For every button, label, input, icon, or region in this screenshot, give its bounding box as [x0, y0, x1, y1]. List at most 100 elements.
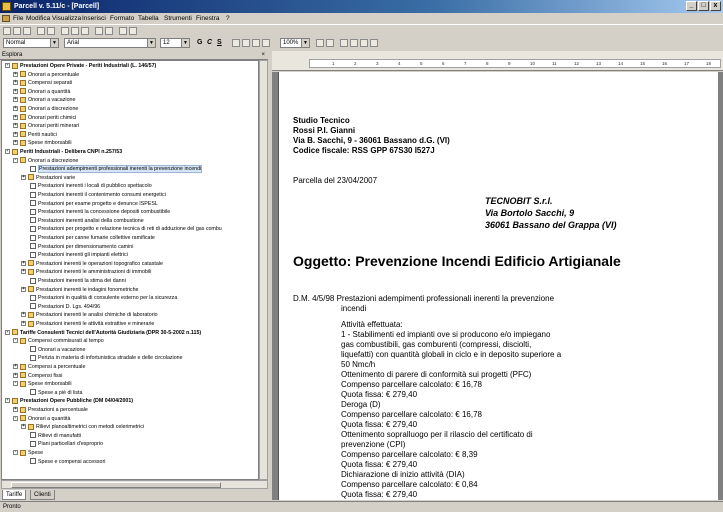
- tree-item[interactable]: + Prestazioni a percentuale: [13, 406, 88, 414]
- chevron-down-icon[interactable]: ▼: [50, 39, 58, 47]
- expand-icon[interactable]: +: [21, 286, 26, 292]
- tree-item[interactable]: - Spese: [13, 449, 43, 457]
- menu-formato[interactable]: Formato: [110, 13, 134, 24]
- tree-item[interactable]: Rilievi di manufatti: [21, 432, 81, 440]
- expand-icon[interactable]: +: [13, 364, 18, 370]
- tree-item[interactable]: Prestazioni D. Lgs. 494/96: [21, 303, 100, 311]
- menu-strumenti[interactable]: Strumenti: [164, 13, 192, 24]
- size-select[interactable]: 12 ▼: [160, 38, 190, 48]
- tree-item[interactable]: Perizia in materia di infortunistica str…: [21, 354, 183, 362]
- open-icon[interactable]: [13, 27, 21, 35]
- tree-item[interactable]: + Onorari a percentuale: [13, 71, 79, 79]
- print-icon[interactable]: [37, 27, 45, 35]
- tree-item[interactable]: + Onorari periti minerari: [13, 122, 79, 130]
- redo-icon[interactable]: [105, 27, 113, 35]
- expand-icon[interactable]: +: [13, 97, 18, 103]
- tree-item[interactable]: + Compensi a percentuale: [13, 363, 85, 371]
- menu-modifica[interactable]: Modifica: [26, 13, 50, 24]
- tree-item[interactable]: Prestazioni inerenti il contenimento con…: [21, 191, 166, 199]
- menu-file[interactable]: File: [13, 13, 23, 24]
- collapse-icon[interactable]: -: [13, 157, 18, 163]
- collapse-icon[interactable]: -: [13, 381, 18, 387]
- expand-icon[interactable]: +: [21, 174, 26, 180]
- tree-group[interactable]: - Prestazioni Opere Pubbliche (DM 04/04/2…: [5, 397, 133, 405]
- indent-icon[interactable]: [340, 39, 348, 47]
- tree-item[interactable]: - Onorari a quantità: [13, 415, 70, 423]
- tree-item[interactable]: + Periti nautici: [13, 131, 57, 139]
- tree-item[interactable]: Prestazioni per canne fumarie collettive…: [21, 234, 155, 242]
- tree-item[interactable]: Prestazioni per progetto e relazione tec…: [21, 225, 222, 233]
- tree-item[interactable]: Prestazioni inerenti la stima dei danni: [21, 277, 126, 285]
- find-icon[interactable]: [119, 27, 127, 35]
- color-icon[interactable]: [370, 39, 378, 47]
- cut-icon[interactable]: [61, 27, 69, 35]
- chevron-down-icon[interactable]: ▼: [181, 39, 189, 47]
- outdent-icon[interactable]: [350, 39, 358, 47]
- expand-icon[interactable]: +: [13, 123, 18, 129]
- tree-item[interactable]: + Spese rimborsabili: [13, 139, 72, 147]
- tree-group[interactable]: - Tariffe Consulenti Tecnici dell'Autorit…: [5, 329, 201, 337]
- tree-item[interactable]: - Spese rimborsabili: [13, 380, 72, 388]
- border-icon[interactable]: [360, 39, 368, 47]
- tree-item[interactable]: Spese e compensi accessori: [21, 458, 105, 466]
- menu-finestra[interactable]: Finestra: [196, 13, 219, 24]
- expand-icon[interactable]: +: [21, 321, 26, 327]
- tree-item[interactable]: + Prestazioni inerenti le analisi chimich…: [21, 311, 158, 319]
- tree-item[interactable]: Piani particellari d'esproprio: [21, 440, 103, 448]
- menu-help[interactable]: ?: [226, 13, 230, 24]
- tree-item[interactable]: Prestazioni per esame progetto e denunce…: [21, 200, 158, 208]
- tree-item[interactable]: + Onorari a vacazione: [13, 96, 75, 104]
- minimize-button[interactable]: _: [686, 1, 697, 11]
- save-icon[interactable]: [23, 27, 31, 35]
- tree-item[interactable]: - Onorari a discrezione: [13, 157, 78, 165]
- italic-button[interactable]: C: [207, 39, 212, 46]
- expand-icon[interactable]: +: [13, 372, 18, 378]
- numbering-icon[interactable]: [326, 39, 334, 47]
- justify-icon[interactable]: [262, 39, 270, 47]
- copy-icon[interactable]: [71, 27, 79, 35]
- font-select[interactable]: Arial ▼: [64, 38, 156, 48]
- tree-group[interactable]: - Periti Industriali - Delibera CNPI n.25…: [5, 148, 122, 156]
- expand-icon[interactable]: +: [13, 131, 18, 137]
- tree-item[interactable]: + Prestazioni inerenti le indagini fonome…: [21, 286, 138, 294]
- scroll-thumb[interactable]: [11, 482, 221, 488]
- expand-icon[interactable]: +: [13, 88, 18, 94]
- expand-icon[interactable]: +: [13, 114, 18, 120]
- close-button[interactable]: x: [710, 1, 721, 11]
- expand-icon[interactable]: +: [13, 407, 18, 413]
- tree-item[interactable]: Prestazioni in qualità di consulente est…: [21, 294, 177, 302]
- expand-icon[interactable]: +: [13, 80, 18, 86]
- tree-item[interactable]: Prestazioni inerenti gli impianti elettr…: [21, 251, 128, 259]
- expand-icon[interactable]: +: [21, 312, 26, 318]
- expand-icon[interactable]: +: [21, 260, 26, 266]
- collapse-icon[interactable]: -: [5, 63, 10, 69]
- collapse-icon[interactable]: -: [13, 338, 18, 344]
- chevron-down-icon[interactable]: ▼: [301, 39, 309, 47]
- collapse-icon[interactable]: -: [5, 329, 10, 335]
- help-icon[interactable]: [129, 27, 137, 35]
- chevron-down-icon[interactable]: ▼: [147, 39, 155, 47]
- menu-visualizza[interactable]: Visualizza: [52, 13, 81, 24]
- collapse-icon[interactable]: -: [13, 450, 18, 456]
- style-select[interactable]: Normal ▼: [3, 38, 59, 48]
- preview-icon[interactable]: [47, 27, 55, 35]
- tree-item[interactable]: Prestazioni inerenti la concessione depo…: [21, 208, 170, 216]
- tree-item[interactable]: + Onorari periti chimici: [13, 114, 76, 122]
- tab-tariffe[interactable]: Tariffe: [2, 490, 27, 500]
- tree-item[interactable]: Prestazioni per dimensionamento camini: [21, 243, 133, 251]
- tree-item[interactable]: Prestazioni adempimenti professionali in…: [21, 165, 203, 174]
- tree-item[interactable]: + Prestazioni inerenti le amministrazioni…: [21, 268, 151, 276]
- tree-item[interactable]: + Prestazioni inerenti le operazioni topo…: [21, 260, 163, 268]
- underline-button[interactable]: S: [217, 39, 222, 46]
- explorer-vertical-scrollbar[interactable]: [259, 60, 268, 480]
- align-right-icon[interactable]: [252, 39, 260, 47]
- tree-item[interactable]: Prestazioni inerenti i locali di pubblic…: [21, 182, 152, 190]
- new-icon[interactable]: [3, 27, 11, 35]
- bullets-icon[interactable]: [316, 39, 324, 47]
- tree-item[interactable]: + Prestazioni varie: [21, 174, 75, 182]
- align-center-icon[interactable]: [242, 39, 250, 47]
- explorer-horizontal-scrollbar[interactable]: [1, 480, 268, 489]
- zoom-select[interactable]: 100% ▼: [280, 38, 310, 48]
- undo-icon[interactable]: [95, 27, 103, 35]
- align-left-icon[interactable]: [232, 39, 240, 47]
